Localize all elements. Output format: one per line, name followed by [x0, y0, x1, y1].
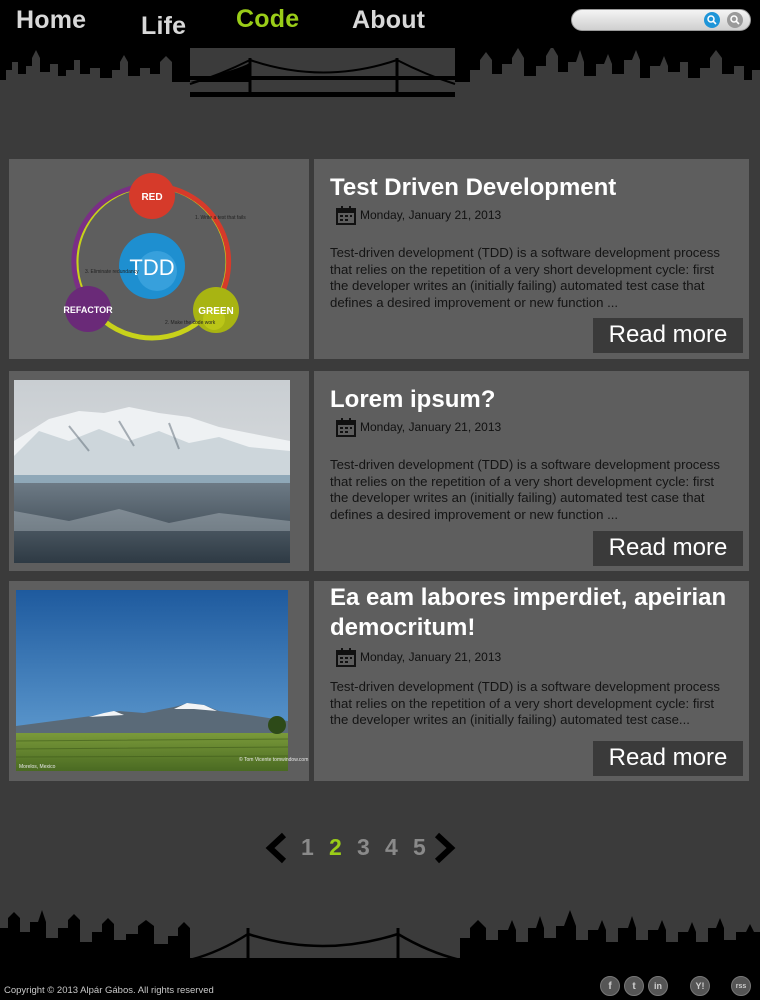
- calendar-icon: [336, 417, 356, 437]
- post-date: Monday, January 21, 2013: [336, 205, 501, 225]
- post-date: Monday, January 21, 2013: [336, 417, 501, 437]
- post-body: Lorem ipsum? Monday, January 21, 2013 Te…: [314, 371, 749, 571]
- svg-text:TDD: TDD: [129, 255, 174, 280]
- rss-icon[interactable]: rss: [731, 976, 751, 996]
- nav-item-code[interactable]: Code: [236, 5, 299, 34]
- post-excerpt: Test-driven development (TDD) is a softw…: [330, 245, 720, 310]
- page: Home Life Code About TDD RED GREEN REFAC…: [0, 0, 760, 1000]
- svg-text:3. Eliminate redundancy: 3. Eliminate redundancy: [85, 269, 139, 275]
- page-link-2[interactable]: 2: [329, 834, 342, 861]
- post-body: Ea eam labores imperdiet, apeirian democ…: [314, 581, 749, 781]
- volcano-landscape-photo: Morelos, Mexico © Tom Vicente tomwindow.…: [15, 590, 308, 771]
- post-date-text: Monday, January 21, 2013: [360, 208, 502, 222]
- nav-item-home[interactable]: Home: [16, 6, 86, 35]
- header: Home Life Code About: [0, 0, 760, 100]
- page-link-4[interactable]: 4: [385, 834, 398, 861]
- post-card: Morelos, Mexico © Tom Vicente tomwindow.…: [9, 581, 749, 781]
- search-input[interactable]: [580, 12, 700, 28]
- post-thumbnail[interactable]: TDD RED GREEN REFACTOR 1. Write a test t…: [9, 159, 309, 359]
- yahoo-icon[interactable]: Y!: [690, 976, 710, 996]
- search-submit-icon[interactable]: [727, 12, 743, 28]
- post-date-text: Monday, January 21, 2013: [360, 650, 502, 664]
- post-date: Monday, January 21, 2013: [336, 647, 501, 667]
- glacier-photo: [14, 380, 290, 563]
- nav-item-life[interactable]: Life: [141, 12, 186, 41]
- svg-text:Morelos, Mexico: Morelos, Mexico: [19, 764, 56, 770]
- post-title[interactable]: Ea eam labores imperdiet, apeirian democ…: [330, 583, 740, 643]
- copyright-text: Copyright © 2013 Alpár Gábos. All rights…: [4, 985, 214, 996]
- svg-text:1. Write a test that fails: 1. Write a test that fails: [195, 215, 246, 221]
- next-page-arrow-icon[interactable]: [433, 832, 459, 864]
- read-more-button[interactable]: Read more: [593, 318, 743, 353]
- previous-page-arrow-icon[interactable]: [262, 832, 288, 864]
- svg-text:2. Make the code work: 2. Make the code work: [165, 320, 216, 326]
- post-card: Lorem ipsum? Monday, January 21, 2013 Te…: [9, 371, 749, 571]
- twitter-icon[interactable]: t: [624, 976, 644, 996]
- post-card: TDD RED GREEN REFACTOR 1. Write a test t…: [9, 159, 749, 359]
- svg-text:RED: RED: [141, 192, 162, 203]
- page-link-3[interactable]: 3: [357, 834, 370, 861]
- calendar-icon: [336, 647, 356, 667]
- page-link-1[interactable]: 1: [301, 834, 314, 861]
- post-excerpt: Test-driven development (TDD) is a softw…: [330, 457, 720, 522]
- read-more-button[interactable]: Read more: [593, 741, 743, 776]
- svg-text:© Tom Vicente tomwindow.com: © Tom Vicente tomwindow.com: [239, 756, 308, 763]
- nav-item-about[interactable]: About: [352, 6, 425, 35]
- svg-text:REFACTOR: REFACTOR: [63, 305, 113, 315]
- page-link-5[interactable]: 5: [413, 834, 426, 861]
- post-body: Test Driven Development Monday, January …: [314, 159, 749, 359]
- read-more-button[interactable]: Read more: [593, 531, 743, 566]
- search-box: [571, 9, 751, 31]
- linkedin-icon[interactable]: in: [648, 976, 668, 996]
- tdd-cycle-diagram: TDD RED GREEN REFACTOR 1. Write a test t…: [63, 173, 246, 341]
- search-icon[interactable]: [704, 12, 720, 28]
- calendar-icon: [336, 205, 356, 225]
- post-thumbnail[interactable]: Morelos, Mexico © Tom Vicente tomwindow.…: [9, 581, 309, 781]
- post-thumbnail[interactable]: [9, 371, 309, 571]
- post-excerpt: Test-driven development (TDD) is a softw…: [330, 679, 720, 728]
- post-title[interactable]: Lorem ipsum?: [330, 385, 740, 415]
- post-date-text: Monday, January 21, 2013: [360, 420, 502, 434]
- facebook-icon[interactable]: f: [600, 976, 620, 996]
- svg-text:GREEN: GREEN: [198, 306, 234, 317]
- post-title[interactable]: Test Driven Development: [330, 173, 740, 203]
